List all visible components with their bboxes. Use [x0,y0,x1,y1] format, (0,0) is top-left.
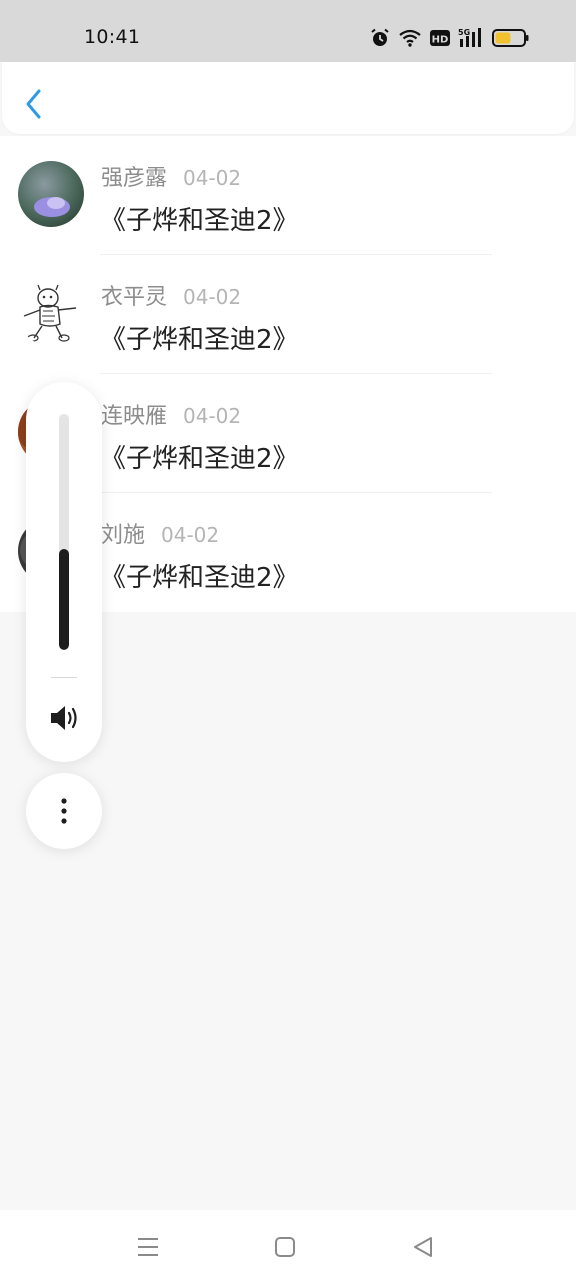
more-vertical-icon [61,798,67,824]
user-name[interactable]: 衣平灵 [101,279,167,311]
status-icons: HD 5G [370,26,530,50]
list-item[interactable]: 强彦露 04-02 《子烨和圣迪2》 [0,136,576,255]
avatar[interactable] [18,280,84,346]
item-date: 04-02 [183,285,242,309]
volume-level [59,548,69,650]
item-date: 04-02 [183,166,242,190]
volume-slider[interactable] [59,414,69,650]
alarm-icon [371,28,389,46]
user-name[interactable]: 刘施 [101,517,145,549]
user-name[interactable]: 强彦露 [101,160,167,192]
item-title[interactable]: 《子烨和圣迪2》 [100,200,299,237]
menu-icon [138,1238,158,1256]
system-back-button[interactable] [408,1232,438,1262]
item-title[interactable]: 《子烨和圣迪2》 [100,438,299,475]
network-label: 5G [458,28,470,37]
volume-button[interactable] [48,703,80,733]
wifi-icon [399,29,421,47]
item-meta: 连映雁 04-02 [101,398,241,430]
item-date: 04-02 [161,523,220,547]
divider [51,677,77,678]
status-bar: 10:41 HD 5G [0,0,576,62]
battery-icon [492,28,530,48]
item-meta: 衣平灵 04-02 [101,279,241,311]
item-meta: 刘施 04-02 [101,517,219,549]
status-time: 10:41 [84,26,141,48]
signal-5g-icon: 5G [458,28,481,47]
user-name[interactable]: 连映雁 [101,398,167,430]
hd-icon: HD [430,30,450,46]
recent-apps-button[interactable] [133,1232,163,1262]
header [2,62,574,134]
back-triangle-icon [414,1237,432,1257]
home-button[interactable] [270,1232,300,1262]
item-title[interactable]: 《子烨和圣迪2》 [100,557,299,594]
home-square-icon [275,1237,295,1257]
avatar[interactable] [18,161,84,227]
more-options-button[interactable] [26,773,102,849]
list-item[interactable]: 衣平灵 04-02 《子烨和圣迪2》 [0,255,576,374]
chevron-left-icon [26,89,41,119]
volume-panel [26,382,102,762]
hd-label: HD [432,35,449,46]
item-title[interactable]: 《子烨和圣迪2》 [100,319,299,356]
back-button[interactable] [20,86,48,122]
speaker-icon [51,706,77,730]
item-date: 04-02 [183,404,242,428]
screen: 10:41 HD 5G 强彦露 04-02 《子烨和圣迪2》 衣平灵 04-02… [0,0,576,1280]
navigation-bar [0,1210,576,1280]
item-meta: 强彦露 04-02 [101,160,241,192]
